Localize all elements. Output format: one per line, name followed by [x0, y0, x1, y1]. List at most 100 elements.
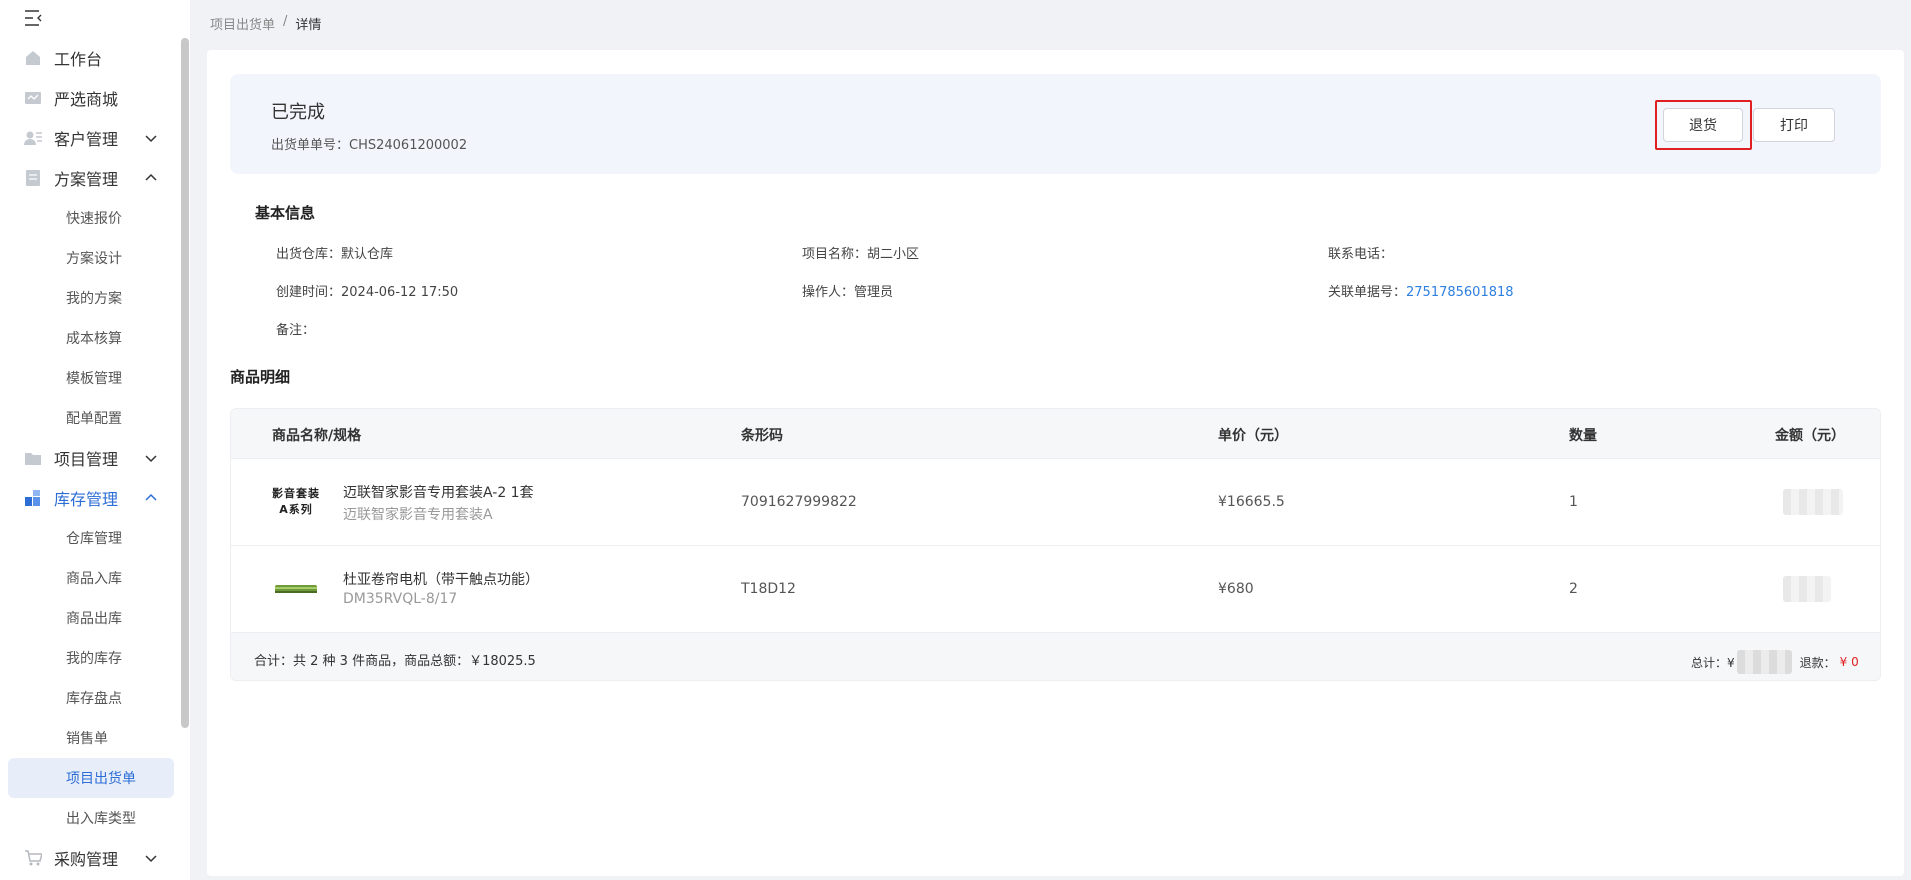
sidebar-subitem-cost-accounting[interactable]: 成本核算: [8, 318, 174, 358]
status-banner: 已完成 出货单单号：CHS24061200002 退货 打印: [230, 74, 1881, 174]
sidebar-subitem-inout-types[interactable]: 出入库类型: [8, 798, 174, 838]
chevron-down-icon: [144, 451, 158, 465]
sidebar-subitem-label: 模板管理: [66, 371, 122, 387]
table-row: 影音套装 A系列 迈联智家影音专用套装A-2 1套 迈联智家影音专用套装A 709…: [231, 459, 1880, 546]
column-header: 商品名称/规格: [272, 428, 362, 444]
info-phone: 联系电话：: [1328, 247, 1394, 262]
basic-info-title: 基本信息: [255, 204, 317, 224]
status-title: 已完成: [271, 102, 325, 123]
sidebar-item-customers[interactable]: 客户管理: [0, 118, 181, 158]
sidebar-subitem-sales-order[interactable]: 销售单: [8, 718, 174, 758]
total-amount-redacted: [1736, 650, 1792, 674]
sidebar-subitem-order-config[interactable]: 配单配置: [8, 398, 174, 438]
chevron-up-icon: [144, 171, 158, 185]
sidebar-item-plans[interactable]: 方案管理: [0, 158, 181, 198]
totals: 总计：¥ 退款： ¥ 0: [1691, 650, 1859, 674]
table-header: 商品名称/规格 条形码 单价（元） 数量 金额（元）: [231, 409, 1880, 459]
chevron-down-icon: [144, 131, 158, 145]
breadcrumb-current: 详情: [295, 18, 322, 33]
cart-icon: [24, 849, 43, 867]
sidebar-item-store[interactable]: 严选商城: [0, 78, 181, 118]
sidebar-subitem-label: 销售单: [66, 731, 108, 747]
sidebar-item-inventory[interactable]: 库存管理: [0, 478, 181, 518]
refund-label: 退款：: [1799, 655, 1836, 670]
sidebar-subitem-template-management[interactable]: 模板管理: [8, 358, 174, 398]
sidebar-subitem-label: 方案设计: [66, 251, 122, 267]
related-doc-link[interactable]: 2751785601818: [1406, 285, 1514, 300]
product-name: 杜亚卷帘电机（带干触点功能）: [343, 572, 539, 588]
total-label: 总计：¥: [1691, 655, 1735, 670]
column-header: 数量: [1569, 428, 1597, 444]
product-thumbnail: 影音套装 A系列: [272, 487, 320, 516]
home-icon: [24, 49, 42, 67]
sidebar-subitem-label: 成本核算: [66, 331, 122, 347]
sidebar-item-workbench[interactable]: 工作台: [0, 38, 181, 78]
product-amount-redacted: [1783, 576, 1831, 602]
info-operator: 操作人：管理员: [802, 285, 894, 300]
info-related-doc: 关联单据号：2751785601818: [1328, 285, 1514, 300]
menu-collapse-icon[interactable]: [24, 9, 44, 27]
product-spec: DM35RVQL-8/17: [343, 591, 458, 607]
sidebar-subitem-label: 项目出货单: [66, 771, 136, 787]
customer-icon: [24, 129, 42, 147]
inventory-icon: [24, 489, 42, 507]
sidebar-subitem-label: 仓库管理: [66, 531, 122, 547]
order-number: 出货单单号：CHS24061200002: [271, 134, 467, 153]
sidebar-subitem-plan-design[interactable]: 方案设计: [8, 238, 174, 278]
sidebar-item-label: 严选商城: [54, 90, 119, 109]
sidebar-item-purchasing[interactable]: 采购管理: [0, 838, 181, 878]
sidebar-item-label: 客户管理: [54, 130, 119, 149]
table-row: 杜亚卷帘电机（带干触点功能） DM35RVQL-8/17 T18D12 ¥680…: [231, 546, 1880, 633]
product-amount-redacted: [1783, 489, 1843, 515]
chevron-up-icon: [144, 491, 158, 505]
sidebar: 工作台 严选商城 客户管理 方案管理 快速报价 方案设计 我的方案 成本核算 模…: [0, 0, 190, 880]
order-number-label: 出货单单号：: [271, 138, 350, 153]
sidebar-subitem-stock-in[interactable]: 商品入库: [8, 558, 174, 598]
sidebar-subitem-stock-count[interactable]: 库存盘点: [8, 678, 174, 718]
sidebar-item-label: 工作台: [54, 50, 103, 69]
product-thumbnail: [271, 569, 321, 609]
sidebar-subitem-label: 快速报价: [66, 211, 122, 227]
sidebar-subitem-label: 出入库类型: [66, 811, 136, 827]
product-barcode: 7091627999822: [741, 494, 857, 510]
info-project-name: 项目名称：胡二小区: [802, 247, 920, 262]
detail-card: 已完成 出货单单号：CHS24061200002 退货 打印 基本信息 出货仓库…: [207, 50, 1904, 876]
return-button[interactable]: 退货: [1663, 108, 1743, 142]
products-title: 商品明细: [230, 368, 292, 388]
sidebar-subitem-label: 商品入库: [66, 571, 122, 587]
sidebar-subitem-my-plans[interactable]: 我的方案: [8, 278, 174, 318]
sidebar-subitem-label: 我的方案: [66, 291, 122, 307]
sidebar-subitem-project-shipment[interactable]: 项目出货单: [8, 758, 174, 798]
sidebar-subitem-label: 库存盘点: [66, 691, 122, 707]
info-created-time: 创建时间：2024-06-12 17:50: [276, 285, 459, 300]
sidebar-subitem-warehouse[interactable]: 仓库管理: [8, 518, 174, 558]
sidebar-scrollbar[interactable]: [181, 38, 189, 728]
summary-text: 合计：共 2 种 3 件商品，商品总额：￥18025.5: [254, 654, 536, 669]
folder-icon: [24, 449, 42, 467]
print-button[interactable]: 打印: [1753, 108, 1835, 142]
info-warehouse: 出货仓库：默认仓库: [276, 247, 394, 262]
sidebar-subitem-my-stock[interactable]: 我的库存: [8, 638, 174, 678]
table-footer: 合计：共 2 种 3 件商品，商品总额：￥18025.5 总计：¥ 退款： ¥ 0: [231, 633, 1880, 680]
products-table: 商品名称/规格 条形码 单价（元） 数量 金额（元） 影音套装 A系列 迈联智家影…: [230, 408, 1881, 681]
sidebar-subitem-stock-out[interactable]: 商品出库: [8, 598, 174, 638]
product-spec: 迈联智家影音专用套装A: [343, 507, 493, 523]
product-price: ¥680: [1218, 581, 1254, 597]
order-number-value: CHS24061200002: [349, 138, 468, 153]
sidebar-subitem-quick-quote[interactable]: 快速报价: [8, 198, 174, 238]
sidebar-item-label: 方案管理: [54, 170, 119, 189]
sidebar-subitem-label: 配单配置: [66, 411, 122, 427]
document-icon: [24, 169, 42, 187]
sidebar-item-label: 项目管理: [54, 450, 119, 469]
sidebar-item-label: 采购管理: [54, 850, 119, 869]
info-remark: 备注：: [276, 323, 316, 338]
sidebar-item-label: 库存管理: [54, 490, 119, 509]
chevron-down-icon: [144, 851, 158, 865]
sidebar-item-projects[interactable]: 项目管理: [0, 438, 181, 478]
breadcrumb-parent-link[interactable]: 项目出货单: [210, 14, 275, 33]
column-header: 单价（元）: [1218, 428, 1288, 444]
product-barcode: T18D12: [741, 581, 796, 597]
breadcrumb: 项目出货单 / 详情: [210, 14, 321, 33]
refund-value: ¥ 0: [1839, 655, 1859, 669]
column-header: 条形码: [741, 428, 783, 444]
